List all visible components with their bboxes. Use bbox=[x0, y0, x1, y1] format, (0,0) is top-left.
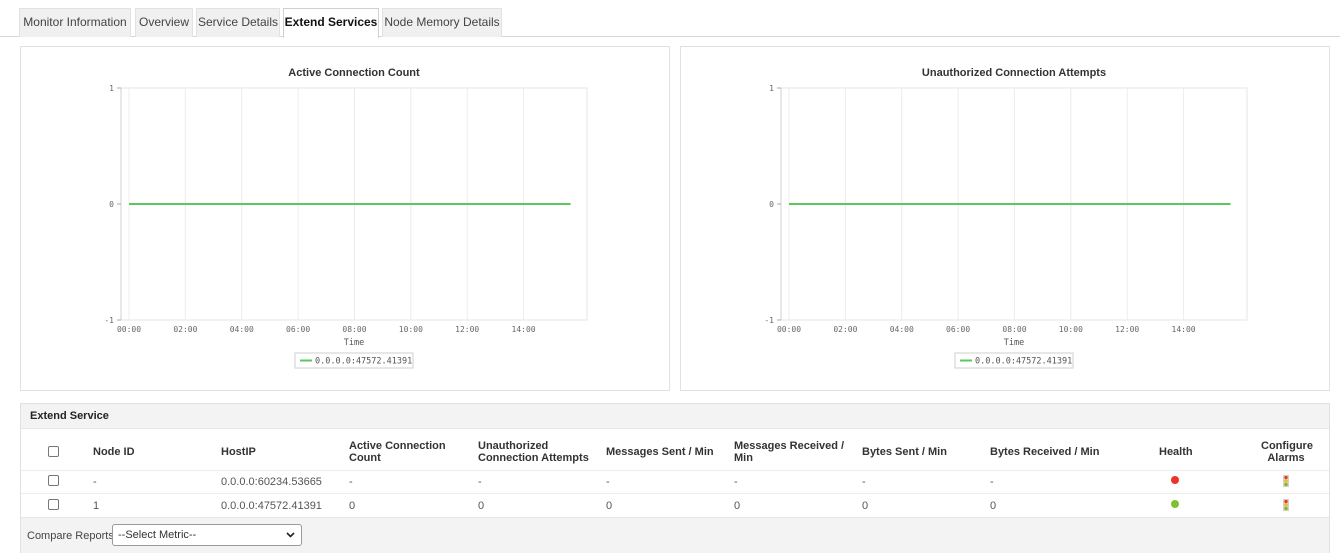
cell-bytes-sent: - bbox=[862, 476, 866, 488]
configure-alarms-icon[interactable] bbox=[1283, 499, 1289, 511]
extend-service-panel: Extend Service Node ID HostIP Active Con… bbox=[20, 403, 1330, 553]
col-unauthorized-line2: Connection Attempts bbox=[478, 452, 589, 464]
tab-service-details[interactable]: Service Details bbox=[196, 8, 280, 37]
col-messages-received-line2: Min bbox=[734, 452, 753, 464]
cell-node-id: - bbox=[93, 476, 97, 488]
y-tick-label: 0 bbox=[109, 200, 114, 209]
col-configure-alarms-line1: Configure bbox=[1261, 440, 1313, 452]
row-checkbox[interactable] bbox=[48, 475, 59, 486]
x-tick-label: 12:00 bbox=[1115, 325, 1139, 334]
y-tick-label: -1 bbox=[104, 316, 114, 325]
select-metric-value: --Select Metric-- bbox=[118, 529, 197, 541]
health-critical-icon[interactable] bbox=[1171, 476, 1179, 484]
col-active-connection-count-line1: Active Connection bbox=[349, 440, 446, 452]
x-tick-label: 12:00 bbox=[455, 325, 479, 334]
chart-unauthorized-connection-attempts: Unauthorized Connection Attempts 00:00 02:… bbox=[764, 67, 1248, 369]
col-messages-received-line1: Messages Received / bbox=[734, 440, 845, 452]
chart-title: Unauthorized Connection Attempts bbox=[922, 67, 1106, 79]
cell-active-connection-count: 0 bbox=[349, 500, 356, 512]
compare-reports-label: Compare Reports bbox=[27, 530, 114, 542]
y-tick-label: -1 bbox=[764, 316, 774, 325]
col-unauthorized-connection-attempts[interactable]: Unauthorized Connection Attempts bbox=[478, 440, 589, 464]
col-health[interactable]: Health bbox=[1159, 446, 1193, 458]
cell-bytes-received: - bbox=[990, 476, 994, 488]
col-node-id[interactable]: Node ID bbox=[93, 446, 135, 458]
chart-active-connection-count: Active Connection Count 00:00 02:00 04:00 06… bbox=[104, 67, 588, 369]
y-tick-label: 0 bbox=[769, 200, 774, 209]
cell-messages-received: 0 bbox=[734, 500, 741, 512]
x-tick-label: 02:00 bbox=[833, 325, 857, 334]
chart-panel-unauthorized-connection-attempts: Unauthorized Connection Attempts 00:00 02:… bbox=[680, 46, 1330, 391]
compare-reports-bar: Compare Reports --Select Metric-- bbox=[21, 517, 1329, 553]
row-divider bbox=[21, 470, 1329, 471]
col-messages-received[interactable]: Messages Received / Min bbox=[734, 440, 844, 464]
x-tick-label: 14:00 bbox=[512, 325, 536, 334]
x-tick-label: 06:00 bbox=[286, 325, 310, 334]
cell-active-connection-count: - bbox=[349, 476, 353, 488]
x-tick-label: 00:00 bbox=[117, 325, 141, 334]
x-tick-label: 00:00 bbox=[777, 325, 801, 334]
x-tick-label: 06:00 bbox=[946, 325, 970, 334]
cell-messages-sent: - bbox=[606, 476, 610, 488]
configure-alarms-icon[interactable] bbox=[1283, 475, 1289, 487]
cell-unauthorized-attempts: - bbox=[478, 476, 482, 488]
tab-monitor-information[interactable]: Monitor Information bbox=[19, 8, 131, 37]
col-configure-alarms: Configure Alarms bbox=[1261, 440, 1313, 464]
col-bytes-received[interactable]: Bytes Received / Min bbox=[990, 446, 1099, 458]
x-tick-label: 08:00 bbox=[1002, 325, 1026, 334]
x-tick-label: 14:00 bbox=[1172, 325, 1196, 334]
col-active-connection-count-line2: Count bbox=[349, 452, 381, 464]
select-metric-dropdown[interactable]: --Select Metric-- bbox=[112, 524, 302, 546]
cell-unauthorized-attempts: 0 bbox=[478, 500, 485, 512]
legend-label[interactable]: 0.0.0.0:47572.41391 bbox=[975, 357, 1072, 367]
col-messages-sent[interactable]: Messages Sent / Min bbox=[606, 446, 714, 458]
chart-title: Active Connection Count bbox=[288, 67, 420, 79]
row-checkbox[interactable] bbox=[48, 499, 59, 510]
extend-service-title: Extend Service bbox=[30, 410, 109, 422]
y-tick-label: 1 bbox=[769, 84, 774, 93]
x-axis-label: Time bbox=[1004, 338, 1024, 348]
cell-host-ip[interactable]: 0.0.0.0:47572.41391 bbox=[221, 500, 322, 512]
chart-panel-active-connection-count: Active Connection Count 00:00 02:00 04:00 06… bbox=[20, 46, 670, 391]
x-tick-label: 10:00 bbox=[399, 325, 423, 334]
legend-label[interactable]: 0.0.0.0:47572.41391 bbox=[315, 357, 412, 367]
x-tick-label: 02:00 bbox=[173, 325, 197, 334]
extend-service-header: Extend Service bbox=[21, 404, 1329, 429]
tab-node-memory-details[interactable]: Node Memory Details bbox=[382, 8, 502, 37]
x-tick-label: 10:00 bbox=[1059, 325, 1083, 334]
x-axis-label: Time bbox=[344, 338, 364, 348]
col-unauthorized-line1: Unauthorized bbox=[478, 440, 549, 452]
tab-extend-services[interactable]: Extend Services bbox=[283, 8, 379, 38]
tab-overview[interactable]: Overview bbox=[135, 8, 193, 37]
chevron-down-icon bbox=[286, 532, 295, 538]
cell-messages-received: - bbox=[734, 476, 738, 488]
select-all-checkbox[interactable] bbox=[48, 446, 59, 457]
col-bytes-sent[interactable]: Bytes Sent / Min bbox=[862, 446, 947, 458]
cell-bytes-received: 0 bbox=[990, 500, 997, 512]
col-active-connection-count[interactable]: Active Connection Count bbox=[349, 440, 446, 464]
x-tick-label: 04:00 bbox=[890, 325, 914, 334]
tab-bar: Monitor Information Overview Service Det… bbox=[0, 0, 1340, 38]
cell-host-ip[interactable]: 0.0.0.0:60234.53665 bbox=[221, 476, 322, 488]
x-tick-label: 08:00 bbox=[342, 325, 366, 334]
x-tick-label: 04:00 bbox=[230, 325, 254, 334]
col-host-ip[interactable]: HostIP bbox=[221, 446, 256, 458]
row-divider bbox=[21, 493, 1329, 494]
col-configure-alarms-line2: Alarms bbox=[1267, 452, 1305, 464]
cell-node-id: 1 bbox=[93, 500, 100, 512]
cell-messages-sent: 0 bbox=[606, 500, 613, 512]
health-clear-icon[interactable] bbox=[1171, 500, 1179, 508]
cell-bytes-sent: 0 bbox=[862, 500, 869, 512]
y-tick-label: 1 bbox=[109, 84, 114, 93]
